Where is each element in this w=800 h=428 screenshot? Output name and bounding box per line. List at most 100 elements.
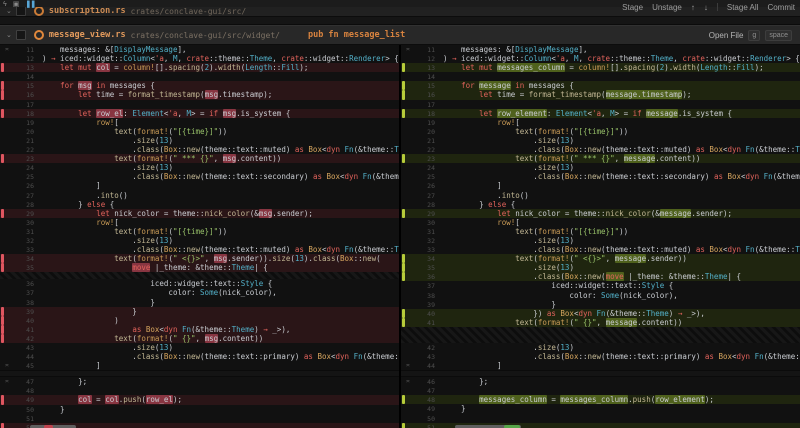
code-line[interactable]: 50 xyxy=(401,414,800,423)
code-line[interactable]: 37 color: Some(nick_color), xyxy=(0,288,399,297)
expand-hunk-icon[interactable]: ≍ xyxy=(5,45,9,54)
code-line[interactable]: 44 .class(Box::new(theme::text::primary)… xyxy=(0,352,399,361)
commit-button[interactable]: Commit xyxy=(767,3,795,12)
code-line[interactable]: 23 text(format!(" *** {}", msg.content)) xyxy=(0,154,399,163)
code-line[interactable]: 37 iced::widget::text::Style { xyxy=(401,281,800,290)
code-line[interactable]: 30 row![ xyxy=(0,218,399,227)
expand-hunk-icon[interactable]: ≍ xyxy=(5,361,9,370)
prev-hunk-button[interactable]: ↑ xyxy=(691,3,695,12)
code-line[interactable]: 32 .size(13) xyxy=(0,236,399,245)
expand-hunk-icon[interactable]: ≍ xyxy=(406,45,410,54)
code-line[interactable]: 25 .class(Box::new(theme::text::secondar… xyxy=(0,172,399,181)
code-line[interactable]: 49 } xyxy=(401,404,800,413)
code-line[interactable]: 49 col = col.push(row_el); xyxy=(0,395,399,404)
code-line[interactable]: 19 row![ xyxy=(0,118,399,127)
code-line[interactable]: 27 .into() xyxy=(401,191,800,200)
code-line[interactable]: 47 xyxy=(401,386,800,395)
code-line[interactable]: ≍47 }; xyxy=(0,377,399,386)
open-file-button[interactable]: Open File xyxy=(709,31,744,40)
code-line[interactable]: 34 text(format!(" <{}>", message.sender)… xyxy=(401,254,800,263)
scrollbar-thumb[interactable] xyxy=(455,425,521,428)
code-line[interactable]: 15 for message in messages { xyxy=(401,81,800,90)
code-line[interactable]: 16 let time = format_timestamp(message.t… xyxy=(401,90,800,99)
unstage-button[interactable]: Unstage xyxy=(652,3,682,12)
code-line[interactable]: 33 .class(Box::new(theme::text::muted) a… xyxy=(401,245,800,254)
code-line[interactable]: 38 } xyxy=(0,298,399,307)
code-line[interactable]: 36 .class(Box::new(move |_theme: &theme:… xyxy=(401,272,800,281)
code-line[interactable]: 19 row![ xyxy=(401,118,800,127)
next-hunk-button[interactable]: ↓ xyxy=(704,3,708,12)
code-line[interactable]: 13 let mut col = column![].spacing(2).wi… xyxy=(0,63,399,72)
code-line[interactable]: 14 xyxy=(401,72,800,81)
code-line[interactable]: 35 .size(13) xyxy=(401,263,800,272)
code-line[interactable]: 17 xyxy=(0,100,399,109)
code-line[interactable]: 48 messages_column = messages_column.pus… xyxy=(401,395,800,404)
code-line[interactable]: 25 .class(Box::new(theme::text::secondar… xyxy=(401,172,800,181)
code-line[interactable]: 24 .size(13) xyxy=(0,163,399,172)
code-line[interactable]: 50 } xyxy=(0,405,399,414)
code-line[interactable]: 27 .into() xyxy=(0,191,399,200)
code-line[interactable]: 39 } xyxy=(0,307,399,316)
code-line[interactable]: ≍46 }; xyxy=(401,377,800,386)
code-line[interactable]: 29 let nick_color = theme::nick_color(&m… xyxy=(401,209,800,218)
code-line[interactable]: 43 .class(Box::new(theme::text::primary)… xyxy=(401,352,800,361)
code-line[interactable]: 20 text(format!("[{time}]")) xyxy=(401,127,800,136)
file-row-message-view[interactable]: ⌄ message_view.rs crates/conclave-gui/sr… xyxy=(0,25,800,45)
code-line[interactable]: 41 as Box<dyn Fn(&theme::Theme) → _>), xyxy=(0,325,399,334)
code-line[interactable]: 31 text(format!("[{time}]")) xyxy=(401,227,800,236)
code-line[interactable]: 51 xyxy=(0,414,399,423)
code-line[interactable]: 48 xyxy=(0,386,399,395)
code-line[interactable]: 34 text(format!(" <{}>", msg.sender)).si… xyxy=(0,254,399,263)
code-line[interactable]: 30 row![ xyxy=(401,218,800,227)
code-line[interactable]: 21 .size(13) xyxy=(401,136,800,145)
chevron-down-icon[interactable]: ⌄ xyxy=(6,31,12,39)
expand-hunk-icon[interactable]: ≍ xyxy=(5,377,9,386)
code-line[interactable]: 42 text(format!(" {}", msg.content)) xyxy=(0,334,399,343)
panel-icon[interactable]: ▣ xyxy=(13,1,20,9)
code-line[interactable]: 13 let mut messages_column = column![].s… xyxy=(401,63,800,72)
code-line[interactable]: 31 text(format!("[{time}]")) xyxy=(0,227,399,236)
code-line[interactable]: 36 iced::widget::text::Style { xyxy=(0,279,399,288)
expand-hunk-icon[interactable]: ≍ xyxy=(406,377,410,386)
code-line[interactable]: ≍44 ] xyxy=(401,361,800,370)
code-line[interactable]: 20 text(format!("[{time}]")) xyxy=(0,127,399,136)
code-line[interactable]: ≍11 messages: &[DisplayMessage], xyxy=(0,45,399,54)
code-line[interactable]: 29 let nick_color = theme::nick_color(&m… xyxy=(0,209,399,218)
code-line[interactable]: 39 } xyxy=(401,300,800,309)
code-line[interactable]: 18 let row_element: Element<'a, M> = if … xyxy=(401,109,800,118)
code-line[interactable]: 22 .class(Box::new(theme::text::muted) a… xyxy=(401,145,800,154)
code-line[interactable]: 17 xyxy=(401,100,800,109)
code-line[interactable]: 15 for msg in messages { xyxy=(0,81,399,90)
code-line[interactable]: 41 text(format!(" {}", message.content)) xyxy=(401,318,800,327)
code-line[interactable]: 43 .size(13) xyxy=(0,343,399,352)
code-line[interactable]: ≍11 messages: &[DisplayMessage], xyxy=(401,45,800,54)
code-line[interactable]: 28 } else { xyxy=(401,200,800,209)
code-line[interactable]: 12) → iced::widget::Column<'a, M, crate:… xyxy=(0,54,399,63)
code-line[interactable]: 21 .size(13) xyxy=(0,136,399,145)
expand-hunk-icon[interactable]: ≍ xyxy=(406,361,410,370)
code-line[interactable]: 24 .size(13) xyxy=(401,163,800,172)
code-line[interactable]: 40 }) as Box<dyn Fn(&theme::Theme) → _>)… xyxy=(401,309,800,318)
code-line[interactable]: 22 .class(Box::new(theme::text::muted) a… xyxy=(0,145,399,154)
code-line[interactable]: ≍45 ] xyxy=(0,361,399,370)
code-line[interactable]: 23 text(format!(" *** {}", message.conte… xyxy=(401,154,800,163)
stage-checkbox[interactable] xyxy=(16,30,26,40)
code-line[interactable]: 38 color: Some(nick_color), xyxy=(401,291,800,300)
code-line[interactable]: 32 .size(13) xyxy=(401,236,800,245)
code-line[interactable]: 26 ] xyxy=(401,181,800,190)
code-line[interactable]: 16 let time = format_timestamp(msg.times… xyxy=(0,90,399,99)
code-line[interactable]: 42 .size(13) xyxy=(401,343,800,352)
stage-all-button[interactable]: Stage All xyxy=(727,3,759,12)
code-line[interactable]: 28 } else { xyxy=(0,200,399,209)
horizontal-scrollbar[interactable]: 51 xyxy=(401,423,800,428)
split-view-icon[interactable]: ❚❚ xyxy=(25,1,35,9)
code-line[interactable]: 40 ) xyxy=(0,316,399,325)
activity-icon[interactable]: ϟ xyxy=(3,1,7,9)
code-line[interactable]: 35 move |_theme: &theme::Theme| { xyxy=(0,263,399,272)
code-line[interactable]: 26 ] xyxy=(0,181,399,190)
code-line[interactable]: 12) → iced::widget::Column<'a, M, crate:… xyxy=(401,54,800,63)
code-line[interactable]: 18 let row_el: Element<'a, M> = if msg.i… xyxy=(0,109,399,118)
stage-button[interactable]: Stage xyxy=(622,3,643,12)
code-line[interactable]: 14 xyxy=(0,72,399,81)
horizontal-scrollbar[interactable]: 52 xyxy=(0,423,399,428)
